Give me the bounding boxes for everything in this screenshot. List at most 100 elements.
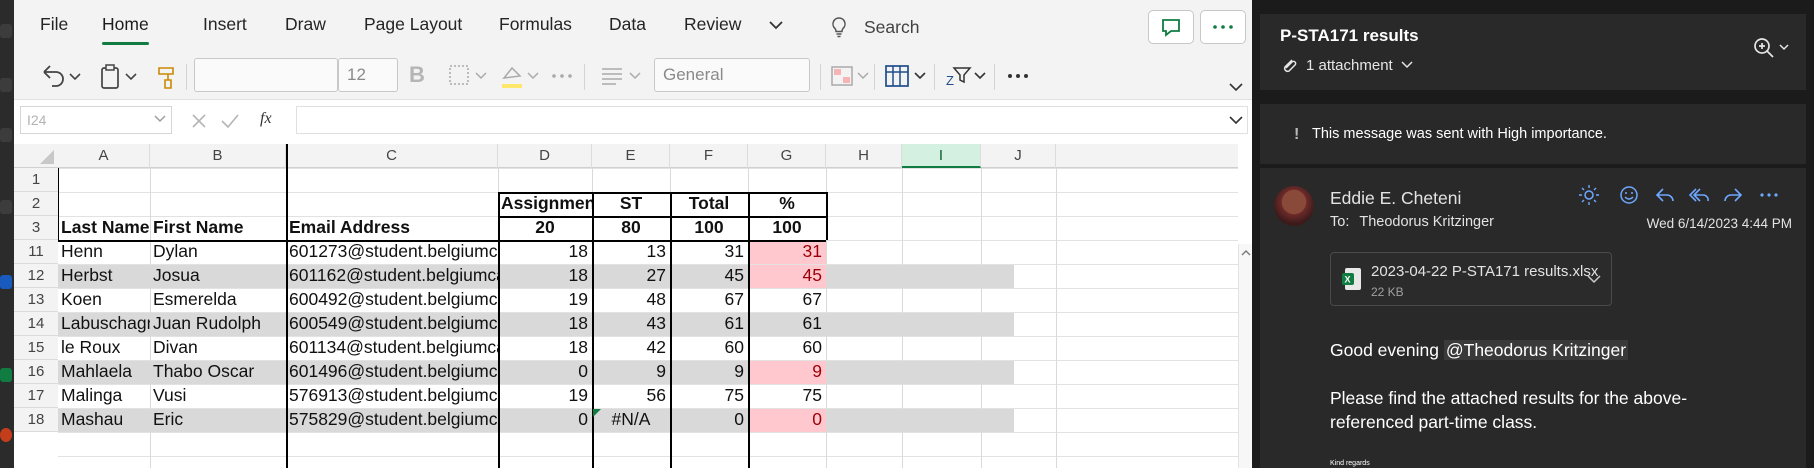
- cell-st[interactable]: 27: [592, 262, 670, 289]
- clipboard-paste-icon[interactable]: [96, 60, 146, 92]
- avatar[interactable]: [1274, 186, 1314, 226]
- column-header-e[interactable]: E: [592, 144, 670, 168]
- cell-pct[interactable]: 75: [748, 382, 826, 409]
- sun-icon[interactable]: [1578, 184, 1600, 206]
- cell-email[interactable]: 601496@student.belgiumcampus.ac.za: [286, 358, 498, 385]
- cell-last[interactable]: Malinga: [58, 382, 150, 409]
- row-header-14[interactable]: 14: [14, 312, 58, 336]
- worksheet-grid[interactable]: ABCDEFGHIJ 1 2 3 11 12 13 14 15 16 17 18 Assignment…: [14, 144, 1238, 468]
- tab-formulas[interactable]: Formulas: [499, 14, 572, 35]
- column-header-a[interactable]: A: [58, 144, 150, 168]
- cell-pct[interactable]: 0: [748, 406, 826, 433]
- calendar-icon[interactable]: [0, 24, 12, 38]
- cell-first[interactable]: Divan: [150, 334, 286, 361]
- row-header-13[interactable]: 13: [14, 288, 58, 312]
- cell-st[interactable]: #N/A: [592, 406, 670, 433]
- name-box[interactable]: I24: [20, 106, 172, 134]
- cell-st[interactable]: 9: [592, 358, 670, 385]
- header-cell[interactable]: Assignment: [498, 190, 592, 217]
- cell-last[interactable]: le Roux: [58, 334, 150, 361]
- cell-email[interactable]: 600549@student.belgiumcampus.ac.za: [286, 310, 498, 337]
- cell-email[interactable]: 601162@student.belgiumcampus.ac.za: [286, 262, 498, 289]
- font-size-dropdown[interactable]: 12: [338, 58, 398, 92]
- more-tabs-chevron-icon[interactable]: [768, 18, 784, 32]
- function-icon[interactable]: fx: [260, 110, 272, 128]
- cell-email[interactable]: 600492@student.belgiumcampus.ac.za: [286, 286, 498, 313]
- cell-total[interactable]: 9: [670, 358, 748, 385]
- cell-total[interactable]: 31: [670, 238, 748, 265]
- expand-formula-chevron-icon[interactable]: [1228, 114, 1244, 128]
- cell-assign[interactable]: 18: [498, 334, 592, 361]
- enter-check-icon[interactable]: [220, 112, 240, 130]
- comments-button[interactable]: [1148, 10, 1194, 44]
- header-cell[interactable]: [748, 166, 826, 193]
- header-cell[interactable]: [498, 166, 592, 193]
- header-cell[interactable]: 100: [748, 214, 826, 241]
- conditional-format-icon[interactable]: [828, 60, 872, 92]
- cell-total[interactable]: 0: [670, 406, 748, 433]
- column-header-f[interactable]: F: [670, 144, 748, 168]
- table-format-icon[interactable]: [882, 60, 930, 92]
- attach-icon[interactable]: [0, 200, 12, 214]
- row-header-17[interactable]: 17: [14, 384, 58, 408]
- header-cell[interactable]: %: [748, 190, 826, 217]
- cell-assign[interactable]: 19: [498, 382, 592, 409]
- cell-assign[interactable]: 18: [498, 310, 592, 337]
- header-cell[interactable]: First Name: [150, 214, 286, 241]
- header-cell[interactable]: 20: [498, 214, 592, 241]
- cell-last[interactable]: Mahlaela: [58, 358, 150, 385]
- error-indicator-icon[interactable]: [593, 409, 601, 417]
- cell-total[interactable]: 60: [670, 334, 748, 361]
- row-header-2[interactable]: 2: [14, 192, 58, 216]
- cell-assign[interactable]: 19: [498, 286, 592, 313]
- header-cell[interactable]: [150, 190, 286, 217]
- cell-first[interactable]: Vusi: [150, 382, 286, 409]
- column-header-g[interactable]: G: [748, 144, 826, 168]
- cell-first[interactable]: Juan Rudolph: [150, 310, 286, 337]
- cell-first[interactable]: Josua: [150, 262, 286, 289]
- cell-st[interactable]: 48: [592, 286, 670, 313]
- more-options-button[interactable]: [1200, 10, 1246, 44]
- number-format-dropdown[interactable]: General: [654, 58, 810, 92]
- tab-insert[interactable]: Insert: [203, 14, 247, 35]
- cell-last[interactable]: Koen: [58, 286, 150, 313]
- column-header-c[interactable]: C: [286, 144, 498, 168]
- attachments-toggle[interactable]: 1 attachment: [1280, 56, 1413, 74]
- formula-input[interactable]: [296, 106, 1248, 134]
- cell-pct[interactable]: 67: [748, 286, 826, 313]
- tab-page-layout[interactable]: Page Layout: [364, 14, 462, 35]
- cell-email[interactable]: 601134@student.belgiumcampus.ac.za: [286, 334, 498, 361]
- cell-total[interactable]: 75: [670, 382, 748, 409]
- tab-data[interactable]: Data: [609, 14, 646, 35]
- row-header-15[interactable]: 15: [14, 336, 58, 360]
- font-name-dropdown[interactable]: [194, 58, 338, 92]
- sort-filter-icon[interactable]: Z: [942, 60, 990, 92]
- header-cell[interactable]: 100: [670, 214, 748, 241]
- column-header-d[interactable]: D: [498, 144, 592, 168]
- lightbulb-icon[interactable]: [829, 16, 849, 38]
- cell-pct[interactable]: 61: [748, 310, 826, 337]
- expand-ribbon-chevron-icon[interactable]: [1228, 80, 1244, 94]
- fill-color-icon[interactable]: [498, 60, 542, 92]
- column-header-b[interactable]: B: [150, 144, 286, 168]
- cell-email[interactable]: 601273@student.belgiumcampus.ac.za: [286, 238, 498, 265]
- column-header-j[interactable]: J: [981, 144, 1056, 168]
- row-header-3[interactable]: 3: [14, 216, 58, 240]
- header-cell[interactable]: [58, 166, 150, 193]
- header-cell[interactable]: 80: [592, 214, 670, 241]
- cell-email[interactable]: 575829@student.belgiumcampus.ac.za: [286, 406, 498, 433]
- tab-review[interactable]: Review: [684, 14, 741, 35]
- more-font-ellipsis-icon[interactable]: [548, 60, 578, 92]
- reply-all-icon[interactable]: [1688, 184, 1710, 206]
- tab-home[interactable]: Home: [102, 14, 149, 45]
- people-icon[interactable]: [0, 128, 12, 142]
- cell-st[interactable]: 56: [592, 382, 670, 409]
- zoom-icon[interactable]: [1752, 36, 1792, 60]
- align-icon[interactable]: [598, 60, 644, 92]
- header-cell[interactable]: Last Name: [58, 214, 150, 241]
- cell-pct[interactable]: 9: [748, 358, 826, 385]
- header-cell[interactable]: [286, 190, 498, 217]
- recipient-name[interactable]: Theodorus Kritzinger: [1359, 214, 1494, 230]
- cell-total[interactable]: 61: [670, 310, 748, 337]
- row-header-18[interactable]: 18: [14, 408, 58, 432]
